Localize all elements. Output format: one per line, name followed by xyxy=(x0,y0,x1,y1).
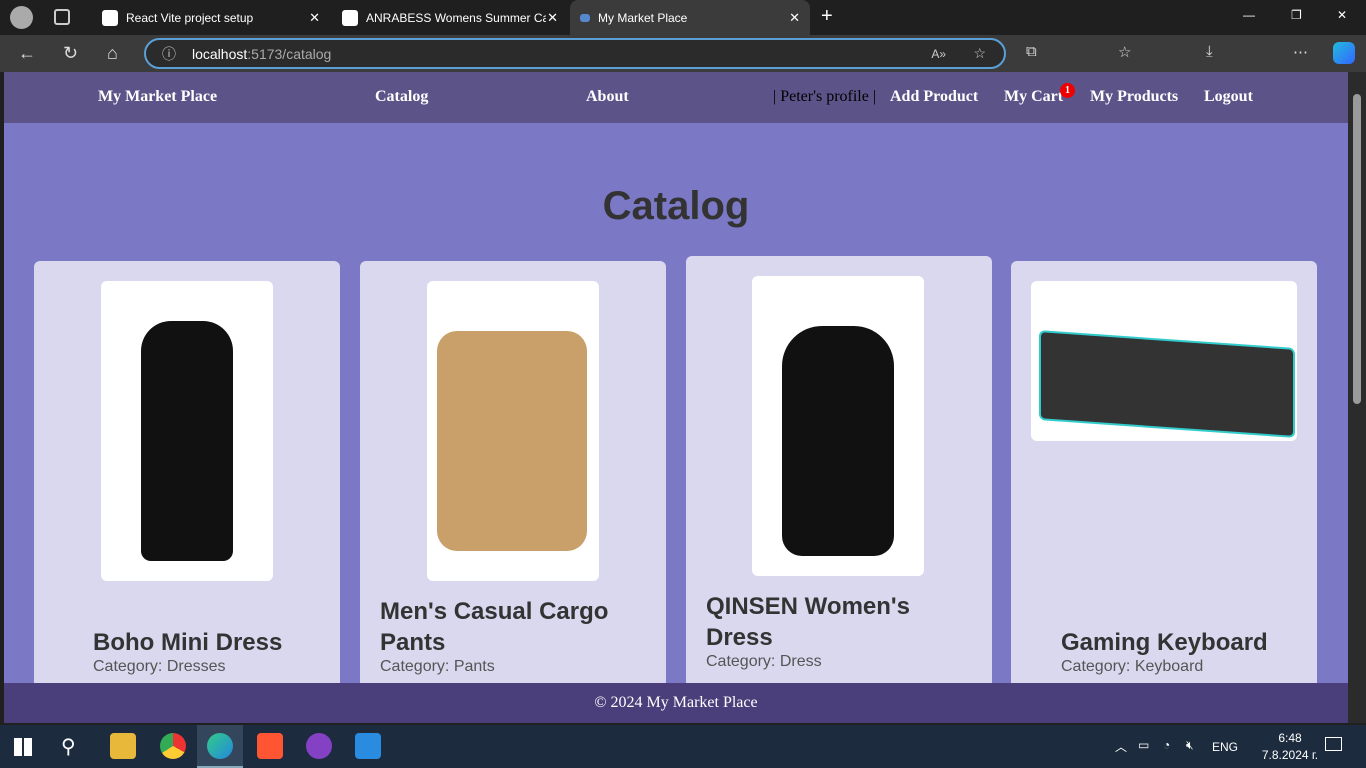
product-name: Boho Mini Dress xyxy=(93,629,283,656)
battery-icon[interactable]: ▭ xyxy=(1138,738,1149,752)
brand-link[interactable]: My Market Place xyxy=(98,88,217,106)
product-category: Category: Pants xyxy=(380,658,495,675)
copilot-icon[interactable] xyxy=(1333,42,1355,64)
new-tab-button[interactable]: + xyxy=(821,5,833,28)
tab-react-vite[interactable]: React Vite project setup ✕ xyxy=(92,0,330,35)
more-icon[interactable]: ⋯ xyxy=(1293,43,1308,61)
address-bar-row: ← ↻ ⌂ ⓘ localhost:5173/catalog ☆ A» ⧉ ☆ … xyxy=(0,35,1366,72)
windows-start-icon[interactable] xyxy=(14,738,32,756)
nav-about[interactable]: About xyxy=(586,88,629,106)
edge-taskbar-button[interactable] xyxy=(197,725,243,768)
page-title: Catalog xyxy=(602,184,750,228)
clock[interactable]: 6:48 7.8.2024 г. xyxy=(1250,730,1330,764)
minimize-button[interactable]: — xyxy=(1243,8,1255,22)
close-window-button[interactable]: ✕ xyxy=(1337,8,1347,22)
nav-my-cart[interactable]: My Cart xyxy=(1004,88,1063,106)
product-name: Gaming Keyboard xyxy=(1061,629,1268,656)
url-input[interactable]: ⓘ localhost:5173/catalog ☆ A» xyxy=(144,38,1006,69)
amazon-icon xyxy=(342,9,358,26)
close-tab-icon[interactable]: ✕ xyxy=(309,10,320,26)
nav-profile[interactable]: | Peter's profile | xyxy=(773,88,876,106)
file-explorer-icon[interactable] xyxy=(110,733,136,759)
tab-amazon[interactable]: ANRABESS Womens Summer Ca ✕ xyxy=(332,0,568,35)
product-card[interactable]: QINSEN Women's Dress Category: Dress xyxy=(686,256,992,696)
cart-count-badge: 1 xyxy=(1060,83,1075,98)
top-navbar: My Market Place Catalog About | Peter's … xyxy=(4,72,1348,123)
product-category: Category: Dress xyxy=(706,653,822,670)
close-tab-icon[interactable]: ✕ xyxy=(547,10,558,26)
extensions-icon[interactable]: ⧉ xyxy=(1026,43,1037,60)
chatgpt-icon xyxy=(102,9,118,26)
windows-taskbar: ⚲ ︿ ▭ ◔ 🔇︎ ENG 6:48 7.8.2024 г. xyxy=(0,725,1366,768)
close-tab-icon[interactable]: ✕ xyxy=(789,10,800,26)
page-scrollbar[interactable] xyxy=(1348,72,1366,723)
brave-icon[interactable] xyxy=(257,733,283,759)
maximize-button[interactable]: ❐ xyxy=(1291,8,1302,22)
search-icon[interactable]: ⚲ xyxy=(61,734,76,759)
product-name: QINSEN Women's Dress xyxy=(706,593,910,651)
scrollbar-thumb[interactable] xyxy=(1353,94,1361,404)
page-content: My Market Place Catalog About | Peter's … xyxy=(4,72,1348,723)
info-icon: ⓘ xyxy=(162,45,176,62)
product-image xyxy=(1031,281,1297,441)
product-card[interactable]: Men's Casual Cargo Pants Category: Pants xyxy=(360,261,666,701)
chrome-icon[interactable] xyxy=(160,733,186,759)
home-button[interactable]: ⌂ xyxy=(107,43,118,64)
github-desktop-icon[interactable] xyxy=(306,733,332,759)
read-aloud-icon[interactable]: A» xyxy=(931,47,946,61)
vscode-icon[interactable] xyxy=(355,733,381,759)
profile-avatar-icon[interactable] xyxy=(10,6,33,29)
nav-catalog[interactable]: Catalog xyxy=(375,88,428,106)
downloads-icon[interactable]: ⤓ xyxy=(1206,43,1213,60)
product-image xyxy=(752,276,924,576)
edge-icon xyxy=(207,733,233,759)
nav-logout[interactable]: Logout xyxy=(1204,88,1253,106)
back-button[interactable]: ← xyxy=(18,43,36,64)
wifi-icon[interactable]: ◔ xyxy=(1163,738,1170,752)
product-card[interactable]: Boho Mini Dress Category: Dresses xyxy=(34,261,340,701)
product-category: Category: Dresses xyxy=(93,658,226,675)
vite-icon xyxy=(580,13,590,22)
show-hidden-icons[interactable]: ︿ xyxy=(1115,738,1127,755)
footer: © 2024 My Market Place xyxy=(4,683,1348,723)
browser-tab-bar: React Vite project setup ✕ ANRABESS Women… xyxy=(0,0,1366,35)
refresh-button[interactable]: ↻ xyxy=(63,43,78,64)
tab-my-market-place[interactable]: My Market Place ✕ xyxy=(570,0,810,35)
nav-add-product[interactable]: Add Product xyxy=(890,88,978,106)
product-image xyxy=(427,281,599,581)
product-name: Men's Casual Cargo Pants xyxy=(380,598,609,656)
product-category: Category: Keyboard xyxy=(1061,658,1204,675)
workspaces-icon[interactable] xyxy=(54,9,70,25)
product-image xyxy=(101,281,273,581)
favorite-star-icon[interactable]: ☆ xyxy=(973,45,986,62)
product-card[interactable]: Gaming Keyboard Category: Keyboard xyxy=(1011,261,1317,701)
favorites-icon[interactable]: ☆ xyxy=(1118,43,1131,61)
volume-muted-icon[interactable]: 🔇︎ xyxy=(1186,738,1194,753)
language-indicator[interactable]: ENG xyxy=(1212,740,1238,754)
notifications-icon[interactable] xyxy=(1325,737,1342,751)
nav-my-products[interactable]: My Products xyxy=(1090,88,1178,106)
